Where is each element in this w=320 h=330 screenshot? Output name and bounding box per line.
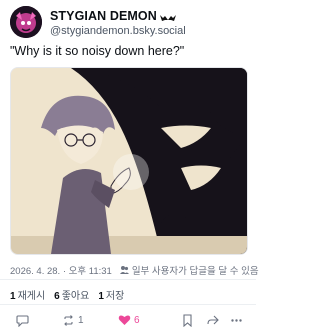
- repost-button[interactable]: 1: [62, 314, 84, 327]
- divider: [0, 304, 256, 305]
- like-button[interactable]: 6: [118, 314, 140, 326]
- author-handle[interactable]: @stygiandemon.bsky.social: [50, 25, 186, 37]
- reply-audience-note[interactable]: 일부 사용자가 답글을 달 수 있음: [132, 263, 259, 277]
- likes-stat[interactable]: 6 좋아요: [54, 287, 89, 302]
- reply-button[interactable]: [16, 314, 29, 327]
- post-stats: 1 재게시 6 좋아요 1 저장: [10, 287, 124, 302]
- share-icon: [207, 315, 219, 325]
- like-count: 6: [134, 314, 140, 326]
- share-button[interactable]: [206, 314, 219, 327]
- reposts-stat[interactable]: 1 재게시: [10, 287, 45, 302]
- post-text: "Why is it so noisy down here?": [10, 44, 185, 58]
- avatar[interactable]: [10, 6, 42, 38]
- more-options-button[interactable]: [230, 314, 243, 327]
- post-timestamp[interactable]: 2026. 4. 28. · 오후 11:31: [10, 263, 112, 277]
- people-icon: [119, 265, 129, 275]
- more-horizontal-icon: [231, 319, 242, 322]
- divider: [0, 279, 256, 280]
- avatar-image: [10, 6, 42, 38]
- bookmark-icon: [183, 314, 192, 327]
- repost-count: 1: [78, 315, 84, 326]
- post-header: STYGIAN DEMON @stygiandemon.bsky.social: [10, 6, 246, 42]
- repost-icon: [64, 315, 73, 326]
- bookmark-button[interactable]: [182, 314, 193, 327]
- post-image-illustration: [11, 68, 247, 254]
- name-row: STYGIAN DEMON: [50, 9, 176, 23]
- heart-icon: [118, 315, 131, 325]
- post-actions: 1 6: [0, 312, 256, 330]
- display-name[interactable]: STYGIAN DEMON: [50, 9, 157, 23]
- post-image[interactable]: [10, 67, 248, 255]
- bat-wings-icon: [159, 11, 176, 21]
- post-meta: 2026. 4. 28. · 오후 11:31 일부 사용자가 답글을 달 수 …: [10, 263, 259, 277]
- comment-icon: [16, 315, 29, 327]
- saves-stat[interactable]: 1 저장: [98, 287, 124, 302]
